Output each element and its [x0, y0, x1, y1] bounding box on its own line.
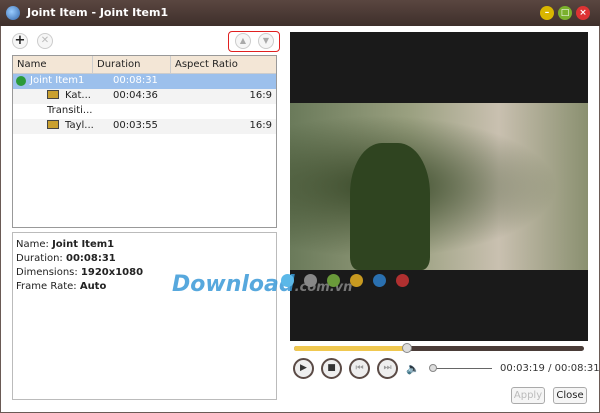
tree-row[interactable]: Kat... 00:04:36 16:9: [13, 89, 276, 104]
add-button[interactable]: +: [12, 33, 28, 49]
watermark-dot: [373, 274, 386, 287]
collapse-icon[interactable]: [16, 76, 26, 86]
previous-button[interactable]: ⏮: [349, 358, 370, 379]
watermark-dot: [304, 274, 317, 287]
item-info-panel: Name: Joint Item1 Duration: 00:08:31 Dim…: [12, 232, 277, 400]
info-duration: 00:08:31: [66, 253, 116, 264]
reorder-group: ▲ ▼: [228, 31, 280, 52]
joint-item-tree: Name Duration Aspect Ratio Joint Item1 0…: [12, 55, 277, 228]
minimize-button[interactable]: –: [540, 6, 554, 20]
maximize-button[interactable]: □: [558, 6, 572, 20]
move-down-button[interactable]: ▼: [258, 33, 274, 49]
info-dimensions: 1920x1080: [80, 267, 144, 278]
column-duration[interactable]: Duration: [93, 56, 171, 73]
tree-row[interactable]: Transiti...: [13, 104, 276, 119]
column-name[interactable]: Name: [13, 56, 93, 73]
seek-bar[interactable]: [294, 343, 584, 353]
title-bar: Joint Item - Joint Item1 – □ ×: [0, 0, 600, 26]
watermark-dot: [281, 274, 294, 287]
watermark-dot: [396, 274, 409, 287]
play-button[interactable]: ▶: [293, 358, 314, 379]
volume-slider[interactable]: [429, 364, 492, 372]
volume-icon[interactable]: 🔈: [406, 362, 420, 375]
info-name: Joint Item1: [52, 239, 115, 250]
column-aspect-ratio[interactable]: Aspect Ratio: [171, 56, 276, 73]
window-title: Joint Item - Joint Item1: [27, 6, 169, 19]
info-frame-rate: Auto: [79, 281, 107, 292]
watermark: Download.com.vn: [172, 272, 353, 297]
remove-button[interactable]: ✕: [37, 33, 53, 49]
video-frame: [290, 103, 588, 270]
film-icon: [47, 120, 59, 129]
watermark-dot: [350, 274, 363, 287]
time-display: 00:03:19 / 00:08:31: [500, 363, 600, 374]
move-up-button[interactable]: ▲: [235, 33, 251, 49]
watermark-dot: [327, 274, 340, 287]
close-window-button[interactable]: ×: [576, 6, 590, 20]
tree-row[interactable]: Tayl... 00:03:55 16:9: [13, 119, 276, 134]
tree-row[interactable]: Joint Item1 00:08:31: [13, 74, 276, 89]
apply-button[interactable]: Apply: [511, 387, 545, 404]
stop-button[interactable]: ■: [321, 358, 342, 379]
next-button[interactable]: ⏭: [377, 358, 398, 379]
close-button[interactable]: Close: [553, 387, 587, 404]
film-icon: [47, 90, 59, 99]
app-logo-icon: [6, 6, 20, 20]
